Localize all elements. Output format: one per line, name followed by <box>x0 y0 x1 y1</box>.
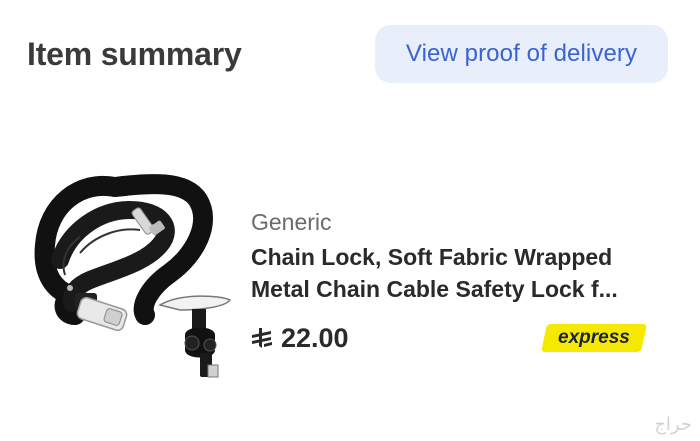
view-proof-of-delivery-label: View proof of delivery <box>405 40 638 67</box>
express-badge: express <box>541 324 647 352</box>
product-brand: Generic <box>251 209 332 235</box>
product-title[interactable]: Chain Lock, Soft Fabric Wrapped Metal Ch… <box>251 241 651 305</box>
riyal-currency-icon <box>252 328 272 348</box>
express-badge-label: express <box>558 327 630 348</box>
product-title-line-2: Metal Chain Cable Safety Lock f... <box>251 276 618 302</box>
watermark: حراج <box>654 414 692 435</box>
price-row: 22.00 <box>251 320 349 356</box>
view-proof-of-delivery-button[interactable]: View proof of delivery <box>375 25 668 83</box>
page-title: Item summary <box>27 36 242 72</box>
price-amount: 22.00 <box>281 322 349 353</box>
product-title-line-1: Chain Lock, Soft Fabric Wrapped <box>251 244 613 270</box>
chain-lock-product-image[interactable] <box>20 165 245 390</box>
